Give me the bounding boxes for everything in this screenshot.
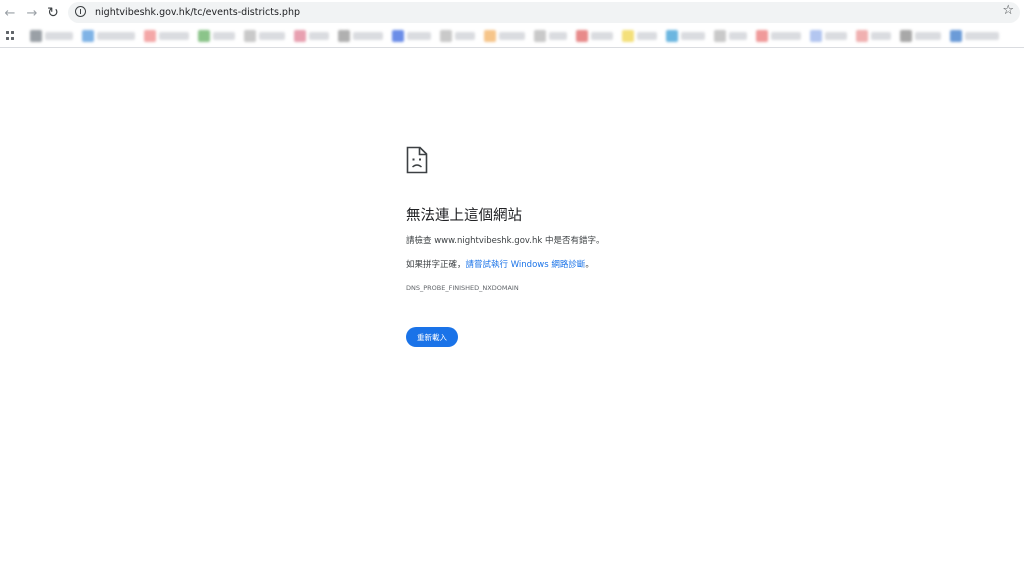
- bookmark-favicon-icon: [950, 30, 962, 42]
- bookmark-item[interactable]: [534, 29, 567, 43]
- arrow-right-icon[interactable]: →: [23, 4, 41, 22]
- bookmark-item[interactable]: [666, 29, 705, 43]
- bookmark-item[interactable]: [950, 29, 999, 43]
- info-icon[interactable]: [75, 6, 86, 17]
- url-text[interactable]: nightvibeshk.gov.hk/tc/events-districts.…: [95, 5, 300, 20]
- bookmark-favicon-icon: [30, 30, 42, 42]
- bookmark-label: [353, 32, 383, 40]
- bookmark-favicon-icon: [534, 30, 546, 42]
- bookmark-item[interactable]: [856, 29, 891, 43]
- bookmark-label: [771, 32, 801, 40]
- bookmark-label: [591, 32, 613, 40]
- bookmark-favicon-icon: [198, 30, 210, 42]
- bookmark-favicon-icon: [338, 30, 350, 42]
- bookmark-favicon-icon: [756, 30, 768, 42]
- reload-button[interactable]: 重新載入: [406, 327, 458, 347]
- bookmark-favicon-icon: [622, 30, 634, 42]
- bookmark-item[interactable]: [244, 29, 285, 43]
- bookmark-label: [45, 32, 73, 40]
- arrow-left-icon[interactable]: ←: [1, 4, 19, 22]
- bookmark-item[interactable]: [576, 29, 613, 43]
- bookmark-label: [259, 32, 285, 40]
- bookmark-item[interactable]: [144, 29, 189, 43]
- star-icon[interactable]: ☆: [1002, 3, 1014, 18]
- bookmark-item[interactable]: [82, 29, 135, 43]
- bookmark-item[interactable]: [198, 29, 235, 43]
- bookmark-label: [407, 32, 431, 40]
- bookmark-item[interactable]: [622, 29, 657, 43]
- bookmark-favicon-icon: [714, 30, 726, 42]
- bookmark-favicon-icon: [900, 30, 912, 42]
- bookmark-label: [213, 32, 235, 40]
- bookmark-label: [681, 32, 705, 40]
- diagnostics-suggestion: 如果拼字正確，請嘗試執行 Windows 網路診斷。: [406, 258, 594, 270]
- bookmark-label: [915, 32, 941, 40]
- bookmark-favicon-icon: [856, 30, 868, 42]
- bookmark-favicon-icon: [144, 30, 156, 42]
- bookmark-label: [965, 32, 999, 40]
- bookmark-item[interactable]: [440, 29, 475, 43]
- bookmark-favicon-icon: [666, 30, 678, 42]
- browser-toolbar: ← → ↻ nightvibeshk.gov.hk/tc/events-dist…: [0, 0, 1024, 25]
- bookmark-favicon-icon: [244, 30, 256, 42]
- bookmark-label: [455, 32, 475, 40]
- error-code: DNS_PROBE_FINISHED_NXDOMAIN: [406, 284, 519, 292]
- apps-grid-icon[interactable]: [6, 31, 15, 40]
- address-bar[interactable]: nightvibeshk.gov.hk/tc/events-districts.…: [68, 2, 1020, 23]
- spelling-prefix: 如果拼字正確，: [406, 260, 466, 270]
- bookmark-item[interactable]: [338, 29, 383, 43]
- reload-icon[interactable]: ↻: [44, 4, 62, 22]
- bookmark-item[interactable]: [756, 29, 801, 43]
- spelling-suffix: 。: [585, 260, 594, 270]
- bookmark-favicon-icon: [484, 30, 496, 42]
- network-diagnostics-link[interactable]: 請嘗試執行 Windows 網路診斷: [466, 260, 586, 270]
- bookmark-favicon-icon: [440, 30, 452, 42]
- bookmark-label: [637, 32, 657, 40]
- bookmark-favicon-icon: [576, 30, 588, 42]
- bookmark-item[interactable]: [392, 29, 431, 43]
- bookmark-item[interactable]: [30, 29, 73, 43]
- bookmark-label: [549, 32, 567, 40]
- bookmark-item[interactable]: [294, 29, 329, 43]
- bookmark-label: [729, 32, 747, 40]
- check-spelling-text: 請檢查 www.nightvibeshk.gov.hk 中是否有錯字。: [406, 236, 605, 246]
- bookmark-label: [871, 32, 891, 40]
- bookmark-favicon-icon: [392, 30, 404, 42]
- bookmark-label: [499, 32, 525, 40]
- bookmark-item[interactable]: [714, 29, 747, 43]
- sad-page-icon: [406, 146, 428, 174]
- bookmark-favicon-icon: [810, 30, 822, 42]
- bookmark-item[interactable]: [900, 29, 941, 43]
- bookmark-favicon-icon: [294, 30, 306, 42]
- error-heading: 無法連上這個網站: [406, 208, 522, 224]
- bookmark-item[interactable]: [810, 29, 847, 43]
- bookmark-label: [97, 32, 135, 40]
- bookmark-label: [309, 32, 329, 40]
- bookmark-label: [825, 32, 847, 40]
- bookmark-item[interactable]: [484, 29, 525, 43]
- bookmarks-bar: [0, 25, 1024, 48]
- bookmark-label: [159, 32, 189, 40]
- bookmark-favicon-icon: [82, 30, 94, 42]
